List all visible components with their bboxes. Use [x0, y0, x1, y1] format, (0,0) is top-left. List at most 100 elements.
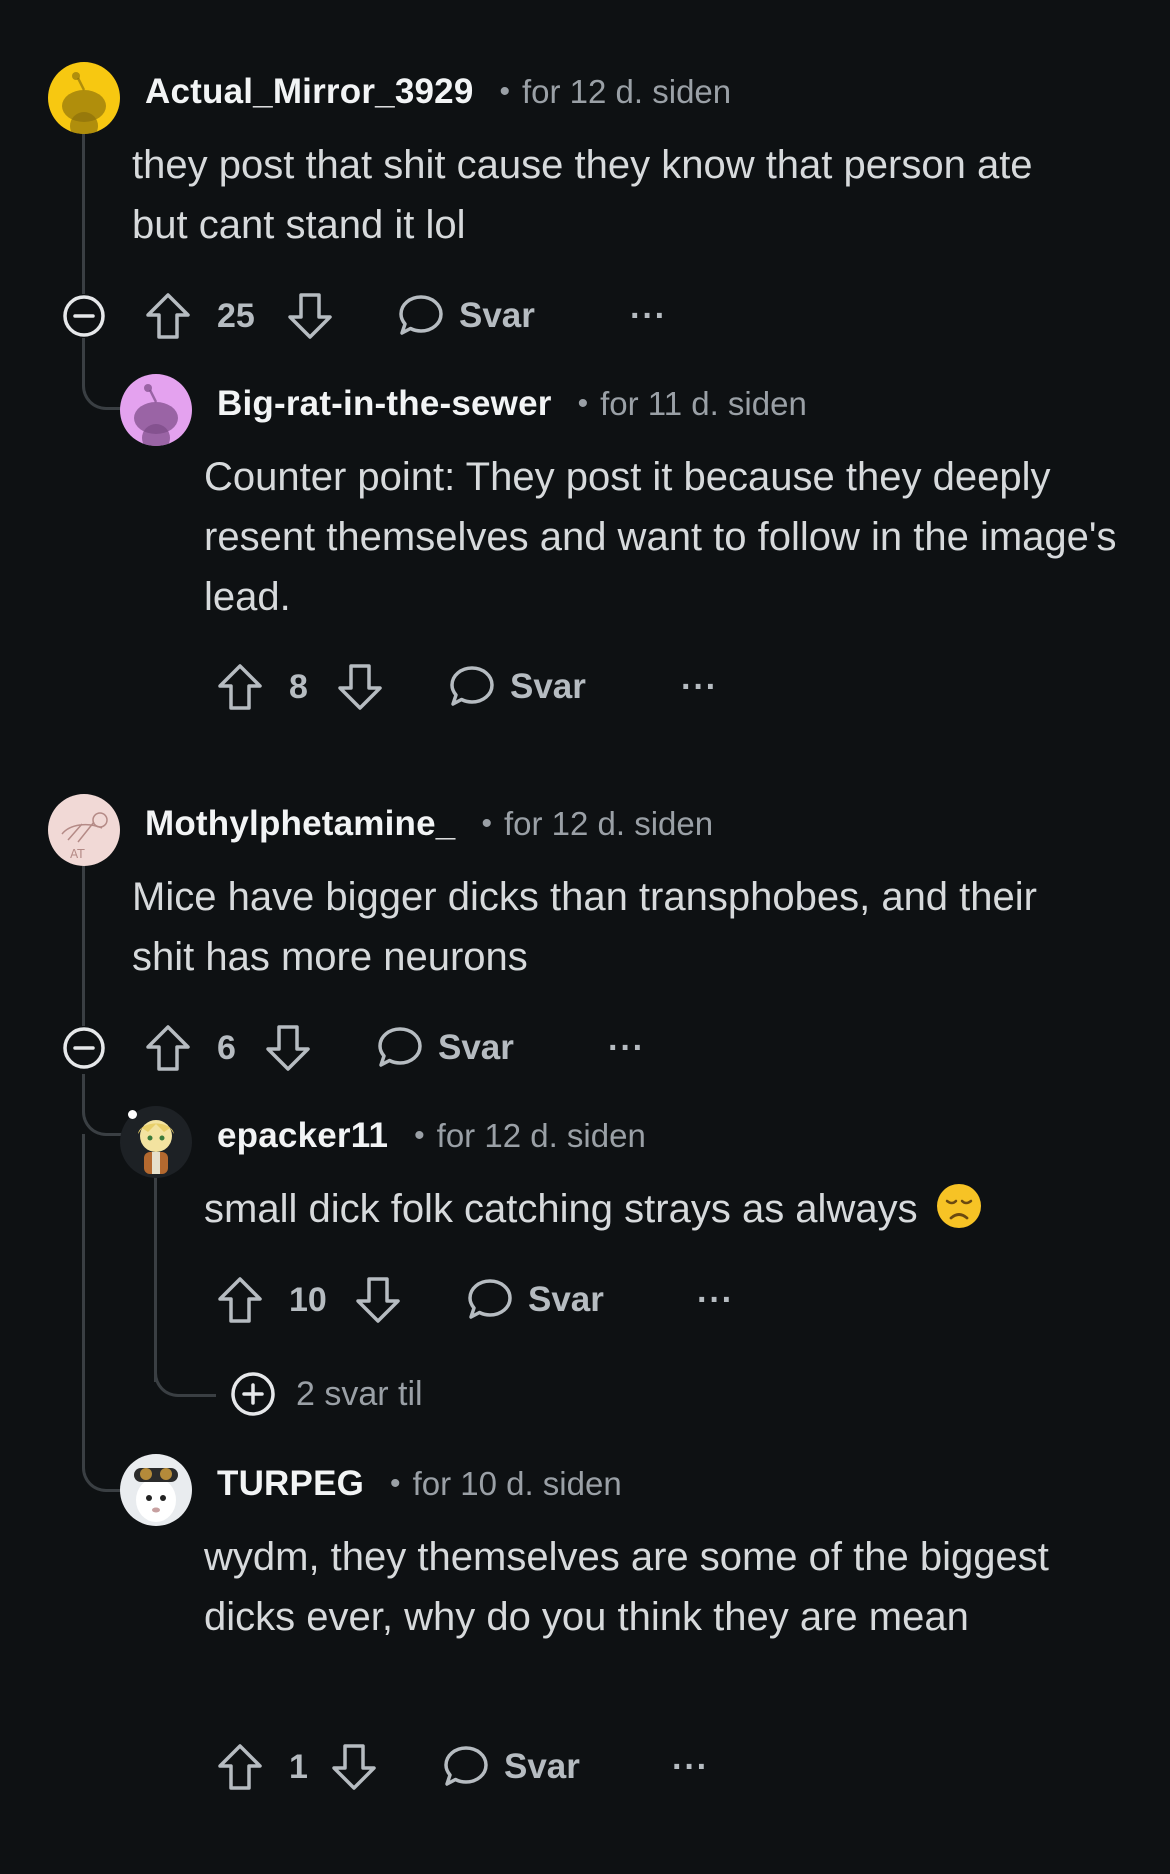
avatar[interactable]	[120, 374, 192, 446]
more-replies-button[interactable]: 2 svar til	[230, 1369, 423, 1419]
vote-count-wrap: 8	[289, 657, 308, 717]
snoo-avatar-icon	[120, 374, 192, 446]
comment-actions: 8 Svar ···	[0, 657, 1170, 717]
arrow-down-icon	[332, 1744, 376, 1790]
snoo-avatar-icon	[48, 62, 120, 134]
online-indicator	[128, 1110, 137, 1119]
arrow-up-icon	[218, 664, 262, 710]
arrow-down-icon	[356, 1277, 400, 1323]
comment-header: epacker11 • for 12 d. siden	[217, 1114, 646, 1158]
vote-count: 6	[217, 1028, 236, 1067]
speech-bubble-icon	[450, 666, 494, 706]
upvote-button[interactable]	[144, 286, 192, 346]
thread-line	[82, 844, 85, 1026]
arrow-down-icon	[266, 1025, 310, 1071]
speech-bubble-icon	[399, 295, 443, 335]
separator-dot: •	[577, 387, 589, 420]
more-replies-label: 2 svar til	[296, 1374, 423, 1413]
arrow-up-icon	[146, 293, 190, 339]
comment-actions: 10 Svar ···	[0, 1270, 1170, 1330]
vote-count-wrap: 25	[217, 286, 255, 346]
username[interactable]: epacker11	[217, 1116, 388, 1156]
upvote-button[interactable]	[216, 657, 264, 717]
reply-button[interactable]: Svar	[376, 1018, 514, 1078]
downvote-button[interactable]	[286, 286, 334, 346]
svg-text:AT: AT	[70, 847, 85, 861]
timestamp: for 12 d. siden	[522, 73, 732, 110]
downvote-button[interactable]	[336, 657, 384, 717]
reply-label: Svar	[459, 296, 535, 335]
downvote-button[interactable]	[354, 1270, 402, 1330]
downvote-button[interactable]	[264, 1018, 312, 1078]
more-options-button[interactable]: ···	[697, 1270, 734, 1330]
username[interactable]: Big-rat-in-the-sewer	[217, 384, 552, 424]
more-options-button[interactable]: ···	[630, 286, 667, 346]
avatar[interactable]	[48, 62, 120, 134]
comment-actions: 6 Svar ···	[0, 1018, 1170, 1078]
comment-text-wrap: small dick folk catching strays as alway…	[204, 1179, 1134, 1239]
arrow-down-icon	[288, 293, 332, 339]
vote-count-wrap: 10	[289, 1270, 327, 1330]
speech-bubble-icon	[468, 1279, 512, 1319]
more-options-icon: ···	[630, 296, 667, 335]
timestamp: for 10 d. siden	[412, 1465, 622, 1502]
upvote-button[interactable]	[144, 1018, 192, 1078]
more-options-icon: ···	[681, 667, 718, 706]
more-options-button[interactable]: ···	[681, 657, 718, 717]
reply-label: Svar	[438, 1028, 514, 1067]
arrow-down-icon	[338, 664, 382, 710]
reply-label: Svar	[528, 1280, 604, 1319]
comment-header: Actual_Mirror_3929 • for 12 d. siden	[145, 70, 731, 114]
reply-button[interactable]: Svar	[448, 657, 586, 717]
reply-label: Svar	[504, 1747, 580, 1786]
comment-header: Big-rat-in-the-sewer • for 11 d. siden	[217, 382, 807, 426]
arrow-up-icon	[146, 1025, 190, 1071]
speech-bubble-icon	[444, 1746, 488, 1786]
vote-count: 1	[289, 1747, 308, 1786]
reply-button[interactable]: Svar	[397, 286, 535, 346]
reply-button[interactable]: Svar	[442, 1737, 580, 1797]
comment-actions: 25 Svar ···	[0, 286, 1170, 346]
plus-circle-icon	[231, 1372, 275, 1416]
more-options-icon: ···	[608, 1028, 645, 1067]
thread-line	[82, 112, 85, 302]
thread-line	[82, 1134, 85, 1394]
downvote-button[interactable]	[330, 1737, 378, 1797]
comment-text: Counter point: They post it because they…	[204, 455, 1117, 619]
username[interactable]: Actual_Mirror_3929	[145, 72, 473, 112]
vote-count: 8	[289, 667, 308, 706]
arrow-up-icon	[218, 1277, 262, 1323]
sketch-avatar-icon: AT	[48, 794, 120, 866]
reply-label: Svar	[510, 667, 586, 706]
vote-count-wrap: 6	[217, 1018, 236, 1078]
comment-actions: 1 Svar ···	[0, 1737, 1170, 1797]
more-options-icon: ···	[697, 1280, 734, 1319]
comment-text: they post that shit cause they know that…	[132, 143, 1033, 247]
username[interactable]: TURPEG	[217, 1464, 364, 1504]
avatar[interactable]	[120, 1454, 192, 1526]
vote-count-wrap: 1	[289, 1737, 308, 1797]
reply-button[interactable]: Svar	[466, 1270, 604, 1330]
thread-line-elbow	[82, 1390, 124, 1492]
character-avatar-icon	[120, 1454, 192, 1526]
separator-dot: •	[414, 1119, 425, 1152]
upvote-button[interactable]	[216, 1737, 264, 1797]
timestamp: for 12 d. siden	[436, 1117, 646, 1154]
upvote-button[interactable]	[216, 1270, 264, 1330]
separator-dot: •	[499, 75, 510, 108]
separator-dot: •	[390, 1467, 401, 1500]
timestamp: for 11 d. siden	[600, 385, 807, 422]
username[interactable]: Mothylphetamine_	[145, 804, 455, 844]
arrow-up-icon	[218, 1744, 262, 1790]
more-options-button[interactable]: ···	[672, 1737, 709, 1797]
comment-text: wydm, they themselves are some of the bi…	[204, 1535, 1049, 1639]
thread-line-elbow	[154, 1350, 216, 1397]
more-options-button[interactable]: ···	[608, 1018, 645, 1078]
speech-bubble-icon	[378, 1027, 422, 1067]
comment-text: Mice have bigger dicks than transphobes,…	[132, 875, 1037, 979]
separator-dot: •	[481, 807, 492, 840]
disappointed-face-icon	[936, 1184, 981, 1228]
avatar[interactable]: AT	[48, 794, 120, 866]
thread-line-elbow	[82, 1074, 124, 1136]
vote-count: 25	[217, 296, 255, 335]
